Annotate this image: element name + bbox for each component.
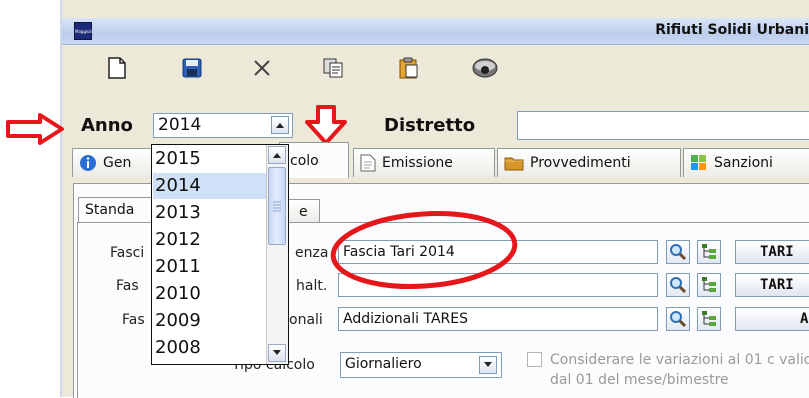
distretto-label: Distretto — [384, 115, 476, 136]
dropdown-option[interactable]: 2015 — [153, 146, 268, 172]
dropdown-option[interactable]: 2012 — [153, 227, 268, 253]
new-document-icon[interactable] — [102, 53, 132, 83]
tipo-calcolo-value: Giornaliero — [345, 356, 422, 372]
tab-calcolo[interactable]: colo — [279, 142, 349, 178]
row2-label-left: Fas — [116, 278, 139, 294]
row1-label-right: enza — [295, 245, 329, 261]
dropdown-option[interactable]: 2013 — [153, 200, 268, 226]
tab-provvedimenti-label: Provvedimenti — [530, 155, 631, 171]
document-icon — [360, 154, 376, 172]
dropdown-scrollbar[interactable] — [266, 145, 288, 364]
tab-provvedimenti[interactable]: Provvedimenti — [497, 148, 681, 177]
copy-icon[interactable] — [318, 53, 348, 83]
annotation-circle — [330, 211, 518, 289]
chevron-down-icon[interactable] — [479, 356, 497, 374]
camera-icon[interactable] — [470, 53, 500, 83]
row1-tree-icon[interactable] — [697, 240, 721, 264]
scrollbar-thumb[interactable] — [268, 167, 286, 245]
row2-search-icon[interactable] — [666, 273, 690, 297]
anno-value: 2014 — [158, 115, 202, 135]
tab-emissione-label: Emissione — [382, 155, 453, 171]
dropdown-option[interactable]: 2008 — [153, 335, 268, 361]
tab-emissione[interactable]: Emissione — [353, 148, 495, 177]
annotation-right-arrow — [6, 113, 64, 145]
tab-sanzioni-label: Sanzioni — [714, 155, 773, 171]
paste-icon[interactable] — [393, 53, 423, 83]
subtab-standard-label: Standa — [85, 202, 135, 218]
anno-label: Anno — [81, 115, 133, 136]
tab-generale[interactable]: Gen — [72, 148, 152, 177]
row1-tari-button[interactable]: TARI — [735, 240, 809, 264]
row2-tree-icon[interactable] — [697, 273, 721, 297]
app-logo-icon: Maggioli — [74, 22, 92, 40]
considerare-checkbox-label: Considerare le variazioni al 01 c valide… — [550, 352, 809, 388]
row3-label-left: Fas — [122, 312, 145, 328]
dropdown-option[interactable]: 2011 — [153, 254, 268, 280]
row3-label-right: onali — [289, 312, 323, 328]
window-title: Rifiuti Solidi Urbani — [655, 22, 809, 38]
save-icon[interactable] — [177, 53, 207, 83]
tab-sanzioni[interactable]: Sanzioni — [683, 148, 809, 177]
puzzle-icon — [691, 155, 706, 170]
anno-dropdown-list: 2015 2014 2013 2012 2011 2010 2009 2008 — [151, 144, 289, 365]
row3-a-button[interactable]: A — [735, 307, 809, 331]
scroll-up-icon[interactable] — [268, 146, 286, 164]
tipo-calcolo-combobox[interactable]: Giornaliero — [340, 352, 502, 378]
row2-tari-button[interactable]: TARI — [735, 273, 809, 297]
row3-search-icon[interactable] — [666, 307, 690, 331]
annotation-down-arrow — [305, 105, 347, 145]
scroll-down-icon[interactable] — [268, 344, 286, 362]
row3-tree-icon[interactable] — [697, 307, 721, 331]
anno-combobox[interactable]: 2014 — [153, 113, 293, 138]
tab-calcolo-label: colo — [290, 152, 319, 169]
distretto-input[interactable] — [517, 111, 809, 140]
delete-icon[interactable] — [247, 53, 277, 83]
title-bar: Maggioli Rifiuti Solidi Urbani — [62, 18, 809, 45]
dropdown-option[interactable]: 2010 — [153, 281, 268, 307]
row2-label-right: halt. — [296, 278, 328, 294]
row1-search-icon[interactable] — [666, 240, 690, 264]
subtab-standard[interactable]: Standa — [78, 197, 158, 224]
dropdown-option[interactable]: 2009 — [153, 308, 268, 334]
row1-label-left: Fasci — [110, 245, 145, 261]
tab-generale-label: Gen — [103, 155, 132, 171]
dropdown-option-selected[interactable]: 2014 — [153, 173, 268, 199]
combo-up-icon[interactable] — [271, 116, 289, 134]
info-icon — [80, 155, 96, 171]
addizionali-field[interactable]: Addizionali TARES — [338, 307, 658, 331]
considerare-checkbox[interactable] — [527, 352, 542, 367]
folder-icon — [504, 157, 524, 171]
